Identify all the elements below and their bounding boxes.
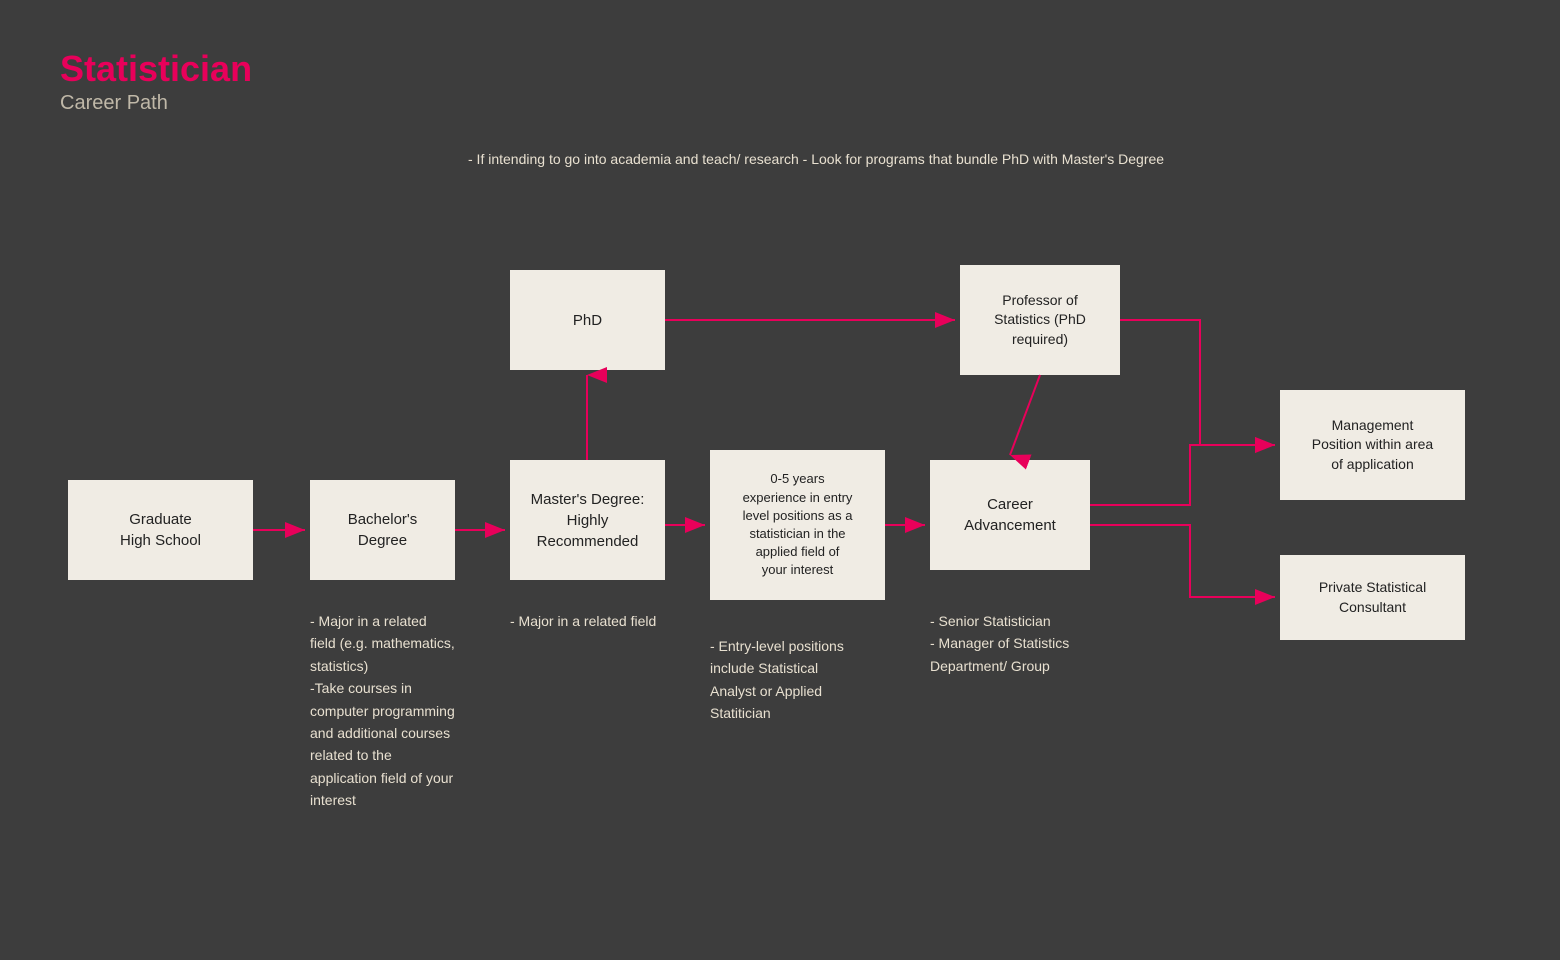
career-box: Career Advancement bbox=[930, 460, 1090, 570]
phd-box: PhD bbox=[510, 270, 665, 370]
graduate-box: Graduate High School bbox=[68, 480, 253, 580]
experience-box: 0-5 years experience in entry level posi… bbox=[710, 450, 885, 600]
phd-annotation: - If intending to go into academia and t… bbox=[468, 148, 1164, 171]
masters-box: Master's Degree: Highly Recommended bbox=[510, 460, 665, 580]
management-box: Management Position within area of appli… bbox=[1280, 390, 1465, 500]
bachelors-box: Bachelor's Degree bbox=[310, 480, 455, 580]
consultant-box: Private Statistical Consultant bbox=[1280, 555, 1465, 640]
career-annotation: - Senior Statistician - Manager of Stati… bbox=[930, 610, 1069, 677]
header: Statistician Career Path bbox=[60, 48, 252, 115]
professor-box: Professor of Statistics (PhD required) bbox=[960, 265, 1120, 375]
bachelors-annotation: - Major in a related field (e.g. mathema… bbox=[310, 610, 455, 812]
masters-annotation: - Major in a related field bbox=[510, 610, 656, 632]
page-title: Statistician bbox=[60, 48, 252, 90]
page-subtitle: Career Path bbox=[60, 92, 252, 115]
experience-annotation: - Entry-level positions include Statisti… bbox=[710, 635, 844, 725]
